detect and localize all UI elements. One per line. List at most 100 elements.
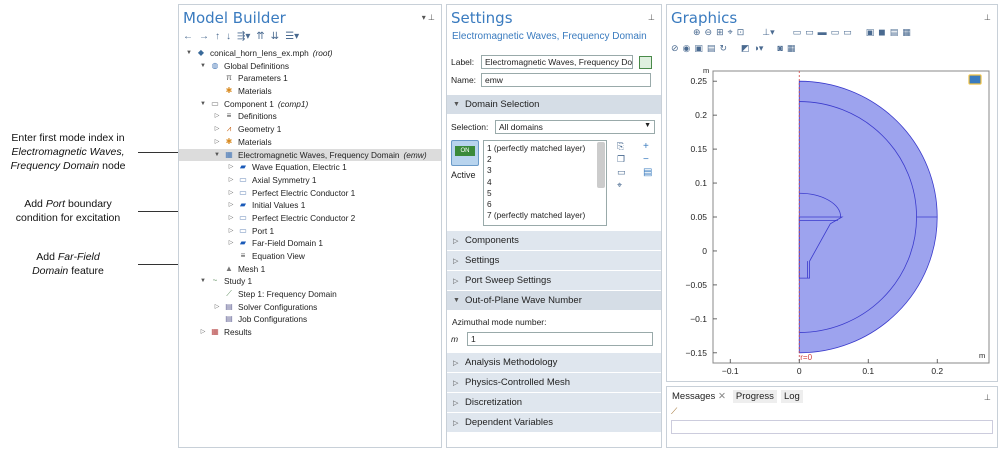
move-up-icon[interactable]: ↑	[215, 31, 220, 42]
selection-dropdown[interactable]: All domains ▼	[495, 120, 655, 134]
move-down-icon[interactable]: ↓	[226, 31, 231, 42]
collapse-icon[interactable]: ⇊	[271, 31, 279, 42]
tab-messages[interactable]: Messages ✕	[669, 390, 729, 403]
domain-list-item[interactable]: 5	[487, 188, 603, 199]
reset-view-icon[interactable]: ↻	[719, 43, 727, 54]
section-dependent-variables[interactable]: ▷ Dependent Variables	[447, 413, 661, 432]
collapse-arrow-icon[interactable]: ▼	[185, 47, 193, 60]
tree-node-far-field-domain[interactable]: ▷ ▰ Far-Field Domain 1	[179, 237, 441, 250]
tree-node-definitions[interactable]: ▷ ≡ Definitions	[179, 110, 441, 123]
zoom-extents-icon[interactable]: ⊡	[737, 27, 745, 38]
clear-messages-icon[interactable]: ⟋	[667, 406, 997, 417]
snapshot-icon[interactable]: ◙	[777, 43, 782, 54]
tree-node-parameters-1[interactable]: π Parameters 1	[179, 72, 441, 85]
tree-node-study-1[interactable]: ▼ ~ Study 1	[179, 275, 441, 288]
back-arrow-icon[interactable]: ←	[183, 31, 193, 42]
tab-log[interactable]: Log	[780, 390, 803, 403]
expand-arrow-icon[interactable]: ▷	[213, 110, 221, 123]
tree-menu-icon[interactable]: ☰▾	[285, 31, 299, 42]
screenshot-icon[interactable]: ▣	[866, 27, 875, 38]
section-physics-mesh[interactable]: ▷ Physics-Controlled Mesh	[447, 373, 661, 392]
tree-node-equation-view[interactable]: ≡ Equation View	[179, 250, 441, 263]
print-graphics-icon[interactable]: ▦	[787, 43, 796, 54]
tree-node-root[interactable]: ▼ ◆ conical_horn_lens_ex.mph (root)	[179, 47, 441, 60]
tree-node-wave-equation[interactable]: ▷ ▰ Wave Equation, Electric 1	[179, 161, 441, 174]
wireframe-icon[interactable]: ◉	[683, 43, 691, 54]
active-toggle-button[interactable]: ON	[451, 140, 479, 166]
domain-list-item[interactable]: 6	[487, 199, 603, 210]
clear-selection-icon[interactable]: ▭	[617, 166, 626, 179]
screen-view-icon[interactable]	[968, 74, 982, 85]
section-domain-selection[interactable]: ▼ Domain Selection	[447, 95, 661, 114]
rename-icon[interactable]	[639, 55, 652, 69]
tree-node-step-1[interactable]: ⟋ Step 1: Frequency Domain	[179, 288, 441, 301]
tree-node-results[interactable]: ▷ ▦ Results	[179, 326, 441, 339]
tree-node-pec-2[interactable]: ▷ ▭ Perfect Electric Conductor 2	[179, 212, 441, 225]
name-field[interactable]: emw	[481, 73, 651, 87]
domain-list-item[interactable]: 4	[487, 177, 603, 188]
section-out-of-plane[interactable]: ▼ Out-of-Plane Wave Number	[447, 291, 661, 310]
select-object-icon[interactable]: ▭	[793, 27, 802, 38]
tree-node-solver-configurations[interactable]: ▷ ▤ Solver Configurations	[179, 301, 441, 314]
tree-node-mesh-1[interactable]: ▲ Mesh 1	[179, 263, 441, 276]
expand-arrow-icon[interactable]: ▷	[199, 326, 207, 339]
tree-node-initial-values[interactable]: ▷ ▰ Initial Values 1	[179, 199, 441, 212]
create-selection-icon[interactable]: ▤	[643, 166, 652, 179]
camera-icon[interactable]: ◼	[878, 27, 885, 38]
selection-list-icon[interactable]: ◩	[741, 43, 750, 54]
zoom-box-icon[interactable]: ⊞	[716, 27, 724, 38]
graphics-pin-icon[interactable]: ⊥	[984, 13, 991, 22]
show-icon[interactable]: ⇶▾	[237, 31, 250, 42]
image-snapshot-icon[interactable]: ▤	[890, 27, 899, 38]
graphics-canvas[interactable]: r=0 0.25 0.2 0.15 0.1 0.05 0 −0.05 −0.1 −0.15 −0.1…	[671, 63, 995, 379]
section-settings[interactable]: ▷ Settings	[447, 251, 661, 270]
collapse-arrow-icon[interactable]: ▼	[213, 149, 221, 162]
tree-node-pec-1[interactable]: ▷ ▭ Perfect Electric Conductor 1	[179, 187, 441, 200]
copy-selection-icon[interactable]: ❐	[617, 153, 626, 166]
select-domain-icon[interactable]: ▭	[805, 27, 814, 38]
transparency-icon[interactable]: ▣	[694, 43, 703, 54]
domain-list-item[interactable]: 2	[487, 154, 603, 165]
tree-node-global-materials[interactable]: ✱ Materials	[179, 85, 441, 98]
zoom-in-icon[interactable]: ⊕	[693, 27, 701, 38]
paste-selection-icon[interactable]: ⎘	[617, 140, 626, 153]
azimuthal-mode-field[interactable]: 1	[467, 332, 653, 346]
tab-progress[interactable]: Progress	[732, 390, 777, 403]
expand-arrow-icon[interactable]: ▷	[227, 237, 235, 250]
tree-node-port-1[interactable]: ▷ ▭ Port 1	[179, 225, 441, 238]
section-discretization[interactable]: ▷ Discretization	[447, 393, 661, 412]
tree-node-emw[interactable]: ▼ ▦ Electromagnetic Waves, Frequency Domai…	[179, 148, 441, 162]
section-analysis[interactable]: ▷ Analysis Methodology	[447, 353, 661, 372]
forward-arrow-icon[interactable]: →	[199, 31, 209, 42]
expand-icon[interactable]: ⇈	[256, 31, 264, 42]
grid-icon[interactable]: ▤	[707, 43, 716, 54]
domain-list[interactable]: 1 (perfectly matched layer) 2 3 4 5 6 7 (perfe…	[483, 140, 607, 226]
add-icon[interactable]: +	[643, 140, 652, 153]
zoom-out-icon[interactable]: ⊖	[705, 27, 713, 38]
tree-node-global-definitions[interactable]: ▼ ◍ Global Definitions	[179, 60, 441, 73]
tree-node-component-1[interactable]: ▼ ▭ Component 1 (comp1)	[179, 98, 441, 111]
tree-node-axial-symmetry[interactable]: ▷ ▭ Axial Symmetry 1	[179, 174, 441, 187]
zoom-selected-icon[interactable]: ⌖	[728, 27, 733, 38]
remove-icon[interactable]: −	[643, 153, 652, 166]
domain-list-item[interactable]: 1 (perfectly matched layer)	[487, 143, 603, 154]
close-icon[interactable]: ✕	[718, 391, 726, 402]
section-components[interactable]: ▷ Components	[447, 231, 661, 250]
scene-light-icon[interactable]: ◑▾	[754, 43, 764, 54]
hide-icon[interactable]: ⊘	[671, 43, 679, 54]
label-field[interactable]: Electromagnetic Waves, Frequency Dom	[481, 55, 633, 69]
collapse-arrow-icon[interactable]: ▼	[199, 60, 207, 73]
tree-node-geometry-1[interactable]: ▷ ⩘ Geometry 1	[179, 123, 441, 136]
axis-orientation-icon[interactable]: ⊥▾	[762, 27, 774, 38]
expand-arrow-icon[interactable]: ▷	[227, 174, 235, 187]
expand-arrow-icon[interactable]: ▷	[227, 161, 235, 174]
domain-list-item[interactable]: 3	[487, 165, 603, 176]
tree-node-job-configurations[interactable]: ▤ Job Configurations	[179, 313, 441, 326]
domain-list-item[interactable]: 7 (perfectly matched layer)	[487, 210, 603, 221]
expand-arrow-icon[interactable]: ▷	[227, 187, 235, 200]
expand-arrow-icon[interactable]: ▷	[213, 136, 221, 149]
expand-arrow-icon[interactable]: ▷	[213, 123, 221, 136]
messages-pin-icon[interactable]: ⊥	[984, 393, 991, 402]
settings-pin-icon[interactable]: ⊥	[648, 13, 655, 22]
expand-arrow-icon[interactable]: ▷	[227, 199, 235, 212]
